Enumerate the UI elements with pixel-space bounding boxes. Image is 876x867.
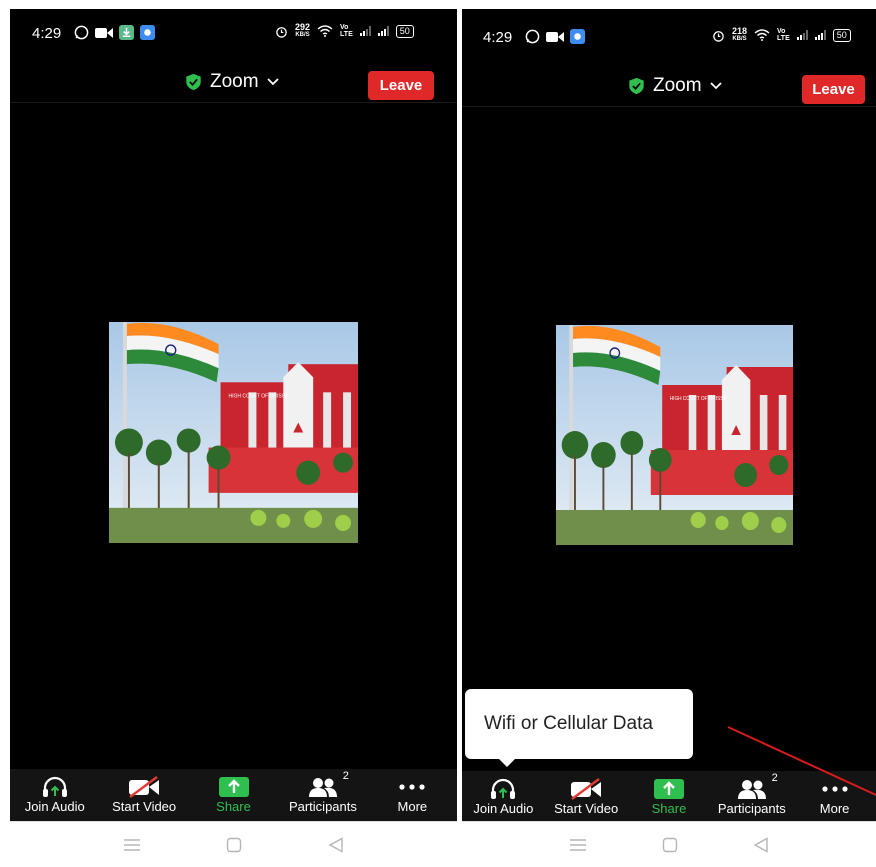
signal-icon bbox=[814, 30, 826, 40]
participants-icon bbox=[308, 778, 337, 797]
leave-button[interactable]: Leave bbox=[368, 71, 434, 100]
participants-count: 2 bbox=[771, 772, 778, 784]
volte-indicator: Vo LTE bbox=[340, 24, 353, 38]
tooltip-tail bbox=[499, 759, 515, 767]
battery-icon: 50 bbox=[395, 24, 414, 38]
home-icon[interactable] bbox=[662, 837, 678, 853]
meeting-title-dropdown[interactable]: Zoom bbox=[185, 71, 279, 93]
tooltip-text: Wifi or Cellular Data bbox=[484, 713, 653, 734]
share-arrow-icon bbox=[218, 777, 249, 797]
signal-icon bbox=[377, 26, 389, 36]
back-icon[interactable] bbox=[753, 836, 769, 853]
more-button[interactable]: More bbox=[793, 771, 876, 823]
video-icon bbox=[546, 31, 564, 42]
wifi-icon bbox=[317, 25, 333, 37]
chevron-down-icon bbox=[709, 82, 722, 90]
more-button[interactable]: More bbox=[368, 769, 457, 821]
whatsapp-icon bbox=[74, 25, 89, 40]
more-label: More bbox=[397, 799, 428, 814]
home-icon[interactable] bbox=[226, 837, 242, 853]
court-sign: HIGH COURT OF ORISSA bbox=[229, 393, 290, 399]
status-bar: 4:29 218 KB/S Vo LTE 50 bbox=[462, 9, 876, 63]
meeting-top-bar: Zoom Leave bbox=[10, 59, 457, 103]
video-off-icon bbox=[571, 778, 602, 800]
leave-button[interactable]: Leave bbox=[802, 75, 865, 104]
zoom-screen-right: 4:29 218 KB/S Vo LTE 50 Zoom Leave HIGH … bbox=[462, 9, 876, 867]
join-audio-button[interactable]: Join Audio bbox=[462, 771, 545, 823]
high-court-photo: HIGH COURT OF ORISSA bbox=[109, 322, 358, 543]
more-dots-icon bbox=[821, 786, 848, 792]
participant-video-tile: HIGH COURT OF ORISSA bbox=[556, 325, 793, 545]
join-audio-label: Join Audio bbox=[24, 799, 85, 814]
headphones-icon bbox=[491, 778, 516, 799]
participant-video-tile: HIGH COURT OF ORISSA bbox=[109, 322, 358, 543]
menu-icon[interactable] bbox=[569, 838, 587, 852]
court-sign: HIGH COURT OF ORISSA bbox=[670, 396, 728, 402]
alarm-icon bbox=[276, 26, 287, 38]
status-time: 4:29 bbox=[483, 29, 513, 46]
share-button[interactable]: Share bbox=[189, 769, 278, 821]
shield-check-icon bbox=[629, 77, 644, 95]
volte-indicator: Vo LTE bbox=[777, 28, 790, 42]
whatsapp-icon bbox=[525, 29, 540, 44]
participants-label: Participants bbox=[717, 801, 786, 816]
participants-count: 2 bbox=[342, 770, 349, 782]
start-video-label: Start Video bbox=[112, 799, 177, 814]
video-off-icon bbox=[129, 776, 160, 798]
join-audio-button[interactable]: Join Audio bbox=[10, 769, 99, 821]
android-nav-bar bbox=[10, 821, 457, 867]
participants-button[interactable]: 2 Participants bbox=[278, 769, 367, 821]
network-speed: 218 KB/S bbox=[732, 26, 748, 43]
download-icon bbox=[119, 25, 134, 40]
participants-label: Participants bbox=[288, 799, 357, 814]
battery-icon: 50 bbox=[832, 28, 851, 42]
wifi-icon bbox=[754, 29, 770, 41]
app-icon bbox=[570, 29, 585, 44]
more-label: More bbox=[819, 801, 850, 816]
participants-icon bbox=[737, 780, 766, 799]
meeting-title: Zoom bbox=[653, 75, 702, 96]
high-court-photo: HIGH COURT OF ORISSA bbox=[556, 325, 793, 545]
status-bar: 4:29 292 KB/S Vo LTE 50 bbox=[10, 9, 457, 59]
zoom-screen-left: 4:29 292 KB/S Vo LTE 50 Zoom Leave HIGH … bbox=[10, 9, 457, 867]
start-video-button[interactable]: Start Video bbox=[545, 771, 628, 823]
share-label: Share bbox=[216, 799, 251, 814]
start-video-button[interactable]: Start Video bbox=[99, 769, 188, 821]
audio-option-tooltip[interactable]: Wifi or Cellular Data bbox=[465, 689, 693, 767]
headphones-icon bbox=[42, 776, 67, 797]
app-icon bbox=[140, 25, 155, 40]
video-icon bbox=[95, 27, 113, 38]
share-arrow-icon bbox=[653, 779, 684, 799]
share-button[interactable]: Share bbox=[628, 771, 711, 823]
shield-check-icon bbox=[186, 73, 201, 91]
meeting-title: Zoom bbox=[210, 71, 259, 92]
chevron-down-icon bbox=[266, 78, 279, 86]
meeting-top-bar: Zoom Leave bbox=[462, 63, 876, 107]
meeting-toolbar: Join Audio Start Video Share 2 Participa… bbox=[462, 771, 876, 823]
status-time: 4:29 bbox=[32, 25, 62, 42]
network-speed: 292 KB/S bbox=[295, 22, 311, 39]
meeting-title-dropdown[interactable]: Zoom bbox=[628, 75, 722, 97]
alarm-icon bbox=[713, 30, 724, 42]
android-nav-bar bbox=[462, 821, 876, 867]
participants-button[interactable]: 2 Participants bbox=[710, 771, 793, 823]
signal-icon bbox=[796, 30, 808, 40]
join-audio-label: Join Audio bbox=[473, 801, 534, 816]
signal-icon bbox=[359, 26, 371, 36]
menu-icon[interactable] bbox=[123, 838, 141, 852]
more-dots-icon bbox=[399, 784, 425, 790]
meeting-toolbar: Join Audio Start Video Share 2 Participa… bbox=[10, 769, 457, 821]
start-video-label: Start Video bbox=[554, 801, 619, 816]
back-icon[interactable] bbox=[328, 836, 344, 853]
share-label: Share bbox=[651, 801, 687, 816]
